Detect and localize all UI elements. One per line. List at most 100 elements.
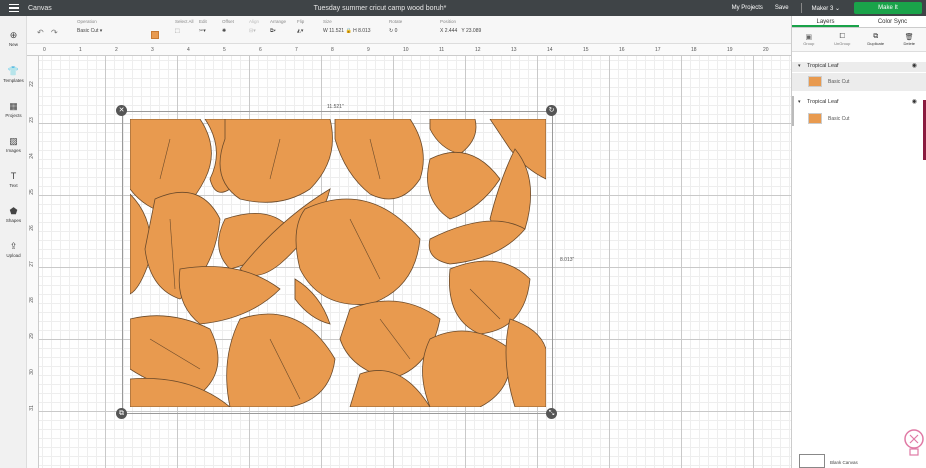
arrange-icon[interactable]: ⧉▾ [270,28,286,34]
undo-icon[interactable]: ↶ [37,28,44,37]
ungroup-button[interactable]: ⧠ UnGroup [828,33,856,46]
operation-select[interactable]: Basic Cut ▾ [77,28,102,34]
plus-circle-icon: ⊕ [9,30,18,40]
x-input[interactable]: 2.444 [445,28,458,34]
flip-icon[interactable]: ◭▾ [297,28,304,34]
bulb-logo-icon [904,429,924,456]
offset-group[interactable]: Offset ✺ [222,19,234,34]
ruler-tick-label: 25 [28,189,35,195]
chevron-down-icon: ⌄ [834,5,840,12]
eye-icon[interactable]: ◉ [912,62,917,69]
close-icon[interactable]: ✕ [116,105,127,116]
sidebar-item-images[interactable]: ▨ Images [0,135,27,153]
shapes-icon: ⬟ [9,206,18,216]
size-group[interactable]: Size W 11.521 🔒 H 8.013 [323,19,371,34]
align-icon[interactable]: ⊟▾ [249,28,259,34]
flip-group[interactable]: Flip ◭▾ [297,19,304,34]
tab-layers[interactable]: Layers [792,16,859,27]
caret-down-icon[interactable]: ▾ [798,63,801,69]
height-dimension: 8.013" [560,257,575,263]
divider [800,3,802,13]
sidebar-item-projects[interactable]: ▦ Projects [0,100,27,118]
align-group[interactable]: Align ⊟▾ [249,19,259,34]
ruler-tick-label: 15 [583,47,589,53]
shirt-icon: 👕 [7,66,20,76]
sidebar-label: Projects [5,113,22,118]
delete-button[interactable]: 🗑 Delete [895,33,923,46]
ruler-tick-label: 9 [367,47,370,53]
offset-icon[interactable]: ✺ [222,28,234,34]
tropical-leaf-image[interactable] [130,119,546,407]
caret-down-icon[interactable]: ▾ [798,99,801,105]
operation-group[interactable]: Operation Basic Cut ▾ [77,19,102,34]
position-group[interactable]: Position X 2.444 Y 23.089 [440,19,481,34]
rotate-input[interactable]: 0 [395,28,398,34]
top-header: Canvas Tuesday summer cricut camp wood b… [0,0,926,16]
arrange-label: Arrange [270,19,287,24]
duplicate-button[interactable]: ⧉ Duplicate [862,33,890,46]
sidebar-item-templates[interactable]: 👕 Templates [0,65,27,83]
align-label: Align [249,19,260,24]
group-button[interactable]: ▣ Group [795,33,823,46]
ruler-tick-label: 29 [28,333,35,339]
chevron-down-icon: ▾ [99,28,103,34]
y-input[interactable]: 23.089 [466,28,481,34]
layer-tools: ▣ Group ⧠ UnGroup ⧉ Duplicate 🗑 Delete [792,28,926,52]
image-icon: ▨ [9,136,18,146]
sidebar-label: Text [9,183,18,188]
machine-selector[interactable]: Maker 3 ⌄ [812,5,840,12]
edit-toolbar: ↶ ↷ Operation Basic Cut ▾ Select All ⬚ E… [27,16,791,44]
resize-handle-icon[interactable]: ⤡ [546,408,557,419]
lock-icon[interactable]: 🔒 [345,28,351,34]
arrange-group[interactable]: Arrange ⧉▾ [270,19,286,34]
color-swatch[interactable] [151,31,159,39]
ruler-tick-label: 28 [28,297,35,303]
layer-group-row[interactable]: ▾ Tropical Leaf ◉ [792,98,926,108]
sidebar-item-text[interactable]: T Text [0,170,27,188]
redo-icon[interactable]: ↷ [51,28,58,37]
layer-thumbnail [808,76,822,87]
edit-group[interactable]: Edit ✂▾ [199,19,207,34]
lock-aspect-icon[interactable]: ⧉ [116,408,127,419]
rotate-group[interactable]: Rotate ↻ 0 [389,19,402,34]
edit-label: Edit [199,19,207,24]
layer-row[interactable]: Basic Cut [792,73,926,91]
ruler-tick-label: 6 [259,47,262,53]
left-ruler: 22 23 24 25 26 27 28 29 30 31 [27,56,39,468]
ruler-tick-label: 5 [223,47,226,53]
save-link[interactable]: Save [775,5,789,11]
sidebar-item-shapes[interactable]: ⬟ Shapes [0,205,27,223]
layer-row[interactable]: Basic Cut [792,110,926,128]
tab-color-sync[interactable]: Color Sync [859,16,926,27]
position-label: Position [440,19,457,24]
my-projects-link[interactable]: My Projects [732,5,763,11]
select-all-group[interactable]: Select All ⬚ [175,19,194,34]
panel-scrollbar[interactable] [792,96,794,126]
ruler-tick-label: 14 [547,47,553,53]
ruler-tick-label: 20 [763,47,769,53]
sidebar-item-new[interactable]: ⊕ New [0,29,27,47]
height-prefix: H [353,28,357,34]
y-prefix: Y [461,28,465,34]
layer-group-row[interactable]: ▾ Tropical Leaf ◉ [792,62,926,72]
select-all-icon[interactable]: ⬚ [175,28,194,34]
sidebar-item-upload[interactable]: ⇪ Upload [0,240,27,258]
rotate-label: Rotate [389,19,403,24]
width-input[interactable]: 11.521 [329,28,344,34]
design-canvas[interactable]: 0 1 2 3 4 5 6 7 8 9 10 11 12 13 14 15 16 17 18 19 20 22 23 24 2… [27,44,791,468]
sidebar-label: Shapes [5,218,22,223]
layer-name: Basic Cut [828,116,850,122]
eye-icon[interactable]: ◉ [912,98,917,105]
scissors-icon[interactable]: ✂▾ [199,28,207,34]
blank-canvas-swatch[interactable] [799,454,825,468]
ruler-tick-label: 7 [295,47,298,53]
height-input[interactable]: 8.013 [358,28,371,34]
make-it-button[interactable]: Make It [854,2,922,14]
sidebar-label: Upload [6,253,21,258]
ruler-tick-label: 22 [28,81,35,87]
rotate-handle-icon[interactable]: ↻ [546,105,557,116]
sidebar-label: New [8,42,18,47]
ruler-tick-label: 4 [187,47,190,53]
x-prefix: X [440,28,444,34]
ruler-tick-label: 18 [691,47,697,53]
